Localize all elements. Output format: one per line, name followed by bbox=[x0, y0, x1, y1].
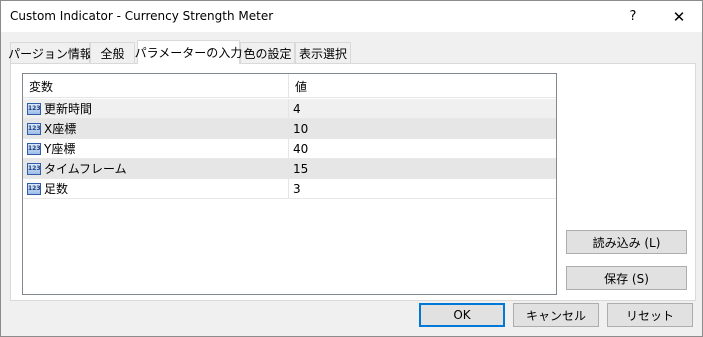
param-value[interactable]: 40 bbox=[289, 139, 556, 158]
param-name-cell: 123 X座標 bbox=[23, 119, 289, 138]
dialog-window: Custom Indicator - Currency Strength Met… bbox=[0, 0, 703, 337]
123-icon: 123 bbox=[27, 142, 41, 155]
table-row[interactable]: 123 Y座標 40 bbox=[23, 139, 556, 159]
table-row[interactable]: 123 更新時間 4 bbox=[23, 99, 556, 119]
param-value[interactable]: 3 bbox=[289, 179, 556, 198]
parameters-table: 変数 値 123 更新時間 4 123 X座標 10 123 Y座標 40 12… bbox=[22, 73, 557, 295]
load-button[interactable]: 読み込み (L) bbox=[566, 230, 687, 254]
123-icon: 123 bbox=[27, 162, 41, 175]
window-title: Custom Indicator - Currency Strength Met… bbox=[10, 9, 274, 23]
param-name: 更新時間 bbox=[44, 102, 93, 116]
param-name: タイムフレーム bbox=[44, 162, 127, 176]
123-icon: 123 bbox=[27, 102, 41, 115]
tab-general[interactable]: 全般 bbox=[90, 42, 135, 63]
help-button[interactable]: ? bbox=[610, 1, 656, 32]
tab-colors[interactable]: 色の設定 bbox=[240, 42, 295, 63]
cancel-button[interactable]: キャンセル bbox=[513, 303, 599, 327]
table-row[interactable]: 123 X座標 10 bbox=[23, 119, 556, 139]
param-value[interactable]: 10 bbox=[289, 119, 556, 138]
param-name-cell: 123 足数 bbox=[23, 179, 289, 198]
tab-version-info[interactable]: パージョン情報 bbox=[8, 42, 92, 63]
param-name-cell: 123 更新時間 bbox=[23, 99, 289, 118]
123-icon: 123 bbox=[27, 182, 41, 195]
table-header: 変数 値 bbox=[23, 74, 556, 98]
param-name: X座標 bbox=[44, 122, 77, 136]
parameters-panel: 変数 値 123 更新時間 4 123 X座標 10 123 Y座標 40 12… bbox=[10, 63, 696, 301]
tab-parameters[interactable]: パラメーターの入力 bbox=[135, 40, 242, 64]
table-row[interactable]: 123 足数 3 bbox=[23, 179, 556, 199]
123-icon: 123 bbox=[27, 122, 41, 135]
save-button[interactable]: 保存 (S) bbox=[566, 266, 687, 290]
header-variable[interactable]: 変数 bbox=[23, 74, 289, 98]
param-value[interactable]: 4 bbox=[289, 99, 556, 118]
param-value[interactable]: 15 bbox=[289, 159, 556, 178]
param-name: 足数 bbox=[44, 182, 69, 196]
param-name: Y座標 bbox=[44, 142, 76, 156]
param-name-cell: 123 Y座標 bbox=[23, 139, 289, 158]
header-value[interactable]: 値 bbox=[289, 74, 556, 98]
title-bar: Custom Indicator - Currency Strength Met… bbox=[1, 1, 702, 32]
reset-button[interactable]: リセット bbox=[607, 303, 693, 327]
param-name-cell: 123 タイムフレーム bbox=[23, 159, 289, 178]
table-row[interactable]: 123 タイムフレーム 15 bbox=[23, 159, 556, 179]
tab-display[interactable]: 表示選択 bbox=[295, 42, 351, 63]
close-button[interactable]: ✕ bbox=[656, 1, 702, 32]
ok-button[interactable]: OK bbox=[419, 303, 505, 327]
